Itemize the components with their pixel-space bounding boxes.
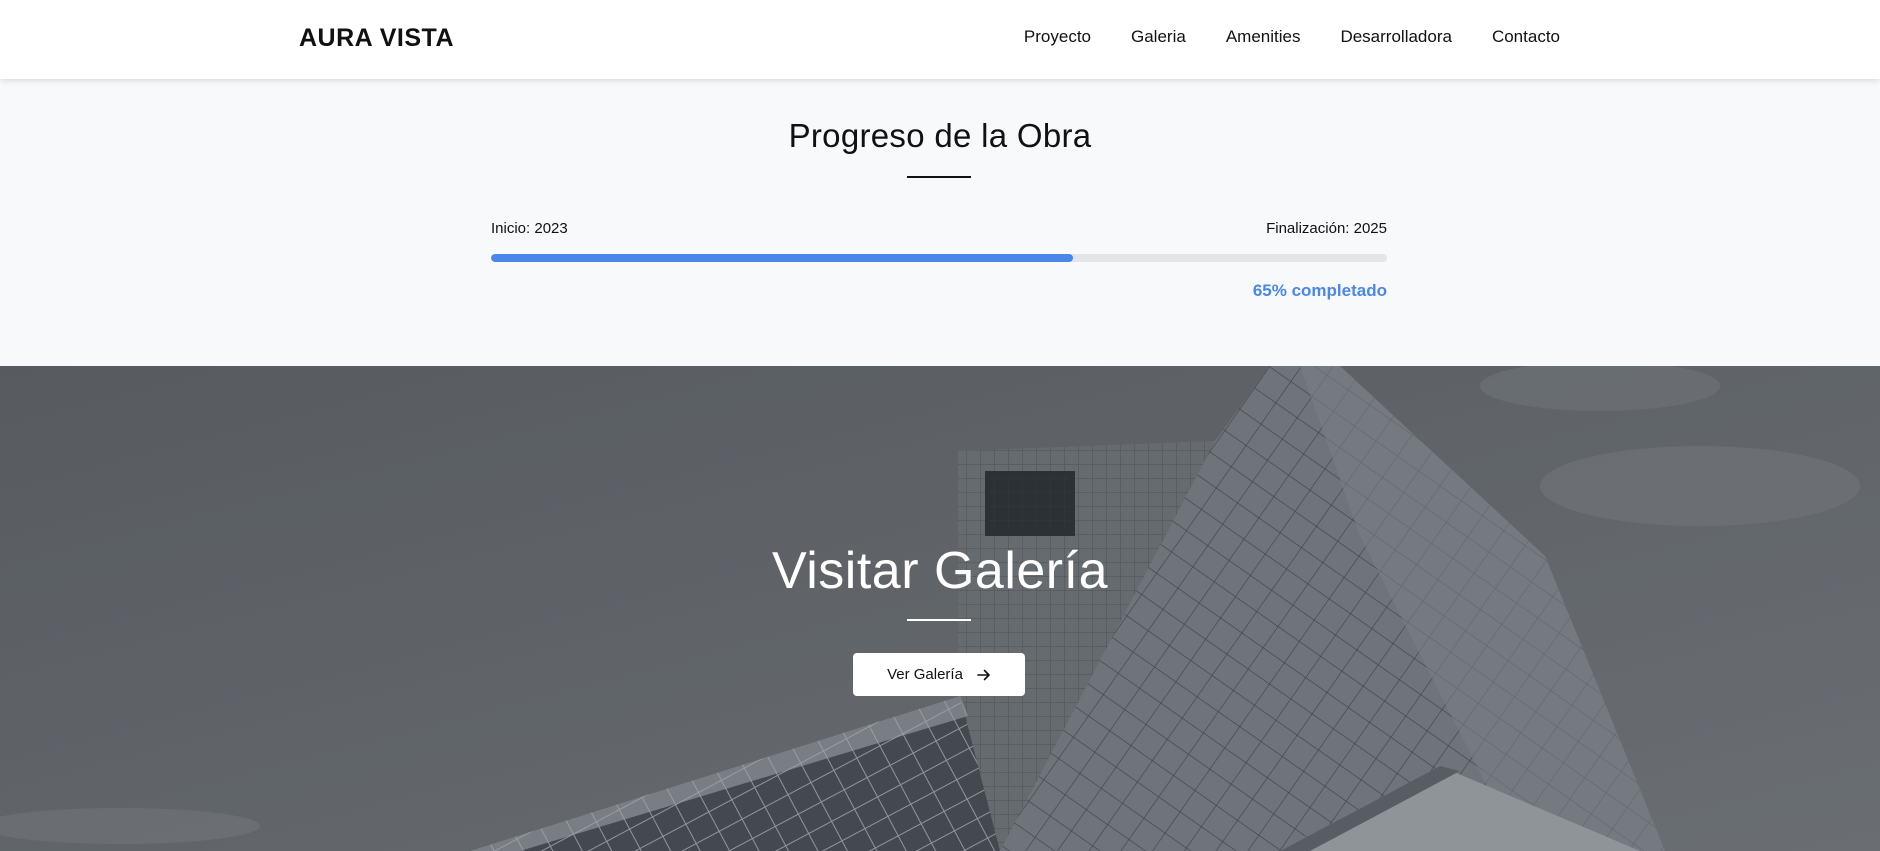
nav-link-amenities[interactable]: Amenities (1226, 27, 1301, 47)
arrow-right-icon (977, 669, 990, 680)
title-divider (907, 176, 971, 178)
progress-percent-label: 65% completado (1252, 281, 1387, 300)
nav-link-contacto[interactable]: Contacto (1492, 27, 1560, 47)
nav-link-proyecto[interactable]: Proyecto (1024, 27, 1091, 47)
progress-track (491, 254, 1387, 262)
gallery-title-divider (907, 619, 971, 621)
progress-fill (491, 254, 1074, 262)
main-nav: Proyecto Galeria Amenities Desarrollador… (1024, 27, 1560, 47)
hero-overlay (0, 366, 1880, 851)
view-gallery-button[interactable]: Ver Galería (853, 653, 1025, 696)
site-logo[interactable]: AURA VISTA (299, 24, 454, 53)
site-header: AURA VISTA Proyecto Galeria Amenities De… (0, 0, 1880, 79)
end-label: Finalización: 2025 (1266, 220, 1387, 237)
view-gallery-button-label: Ver Galería (887, 666, 963, 683)
nav-link-galeria[interactable]: Galeria (1131, 27, 1186, 47)
progress-title: Progreso de la Obra (788, 117, 1092, 154)
gallery-title: Visitar Galería (771, 542, 1108, 600)
start-label: Inicio: 2023 (491, 220, 568, 237)
nav-link-desarrolladora[interactable]: Desarrolladora (1340, 27, 1452, 47)
progress-section: Progreso de la Obra Inicio: 2023 Finaliz… (0, 79, 1880, 366)
gallery-hero: Visitar Galería Ver Galería (0, 366, 1880, 851)
